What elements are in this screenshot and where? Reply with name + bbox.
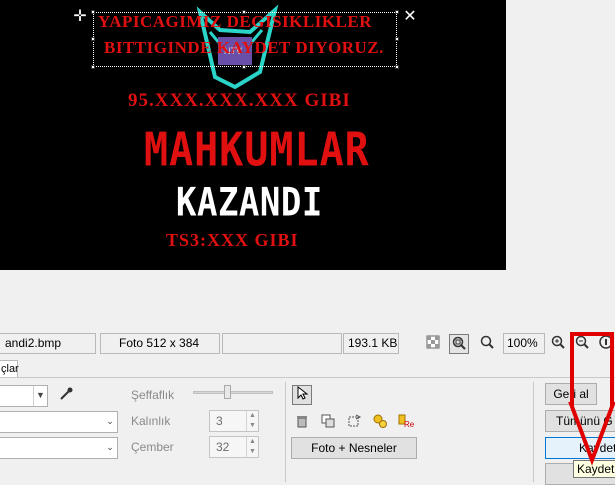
save-button[interactable]: Kaydet [545,437,615,459]
eyedropper-icon[interactable] [56,386,76,406]
transparency-slider-thumb[interactable] [224,385,231,399]
tool-tab-strip: çlar [0,360,615,378]
image-text-line-4: MAHKUMLAR [144,124,370,177]
resize-handle-tl[interactable] [91,10,95,14]
chevron-down-icon: ▼ [33,386,47,406]
zoom-in-icon[interactable] [548,334,568,354]
stepper-arrows-icon[interactable]: ▲ ▼ [246,437,258,457]
resize-handle-br[interactable] [395,65,399,69]
thickness-value: 3 [216,414,223,428]
status-image-info: Foto 512 x 384 [100,333,220,354]
undo-all-button[interactable]: Tümünü G [545,410,615,432]
status-filename: andi2.bmp [0,333,96,354]
circle-stepper[interactable]: 32 ▲ ▼ [209,436,259,458]
resize-handle-l[interactable] [91,37,95,41]
font-select[interactable]: ⌄ [0,411,118,433]
resize-handle-b[interactable] [242,65,246,69]
thickness-label: Kalınlık [131,414,171,428]
info-icon[interactable] [596,334,615,354]
image-text-line-5: KAZANDI [176,180,323,226]
panel-divider [533,382,534,482]
color-select[interactable]: ▼ [0,385,48,407]
tab-tools[interactable]: çlar [0,360,19,378]
copy-object-icon[interactable] [318,413,338,433]
delete-object-icon[interactable]: ✕ [403,9,417,25]
edited-image[interactable]: NTV YAPICAGIMIZ DEGISIKLIKLER BITTIGINDE… [0,0,506,270]
save-tooltip: Kaydet [573,460,615,478]
select-pointer-icon[interactable] [292,385,312,405]
transparency-label: Şeffaflık [131,388,175,402]
image-text-line-6: TS3:XXX GIBI [166,230,299,250]
resize-handle-t[interactable] [242,10,246,14]
bring-front-icon[interactable] [370,413,390,433]
stepper-arrows-icon[interactable]: ▲ ▼ [246,411,258,431]
status-empty-field [222,333,342,354]
circle-label: Çember [131,440,174,454]
rotate-object-icon[interactable] [344,413,364,433]
photo-objects-button[interactable]: Foto + Nesneler [291,437,417,459]
transparency-grid-icon[interactable] [423,334,443,354]
image-text-line-3: 95.XXX.XXX.XXX GIBI [128,90,351,111]
style-select[interactable]: ⌄ [0,437,118,459]
chevron-down-icon: ⌄ [103,412,117,432]
status-filesize: 193.1 KB [343,333,399,354]
transparency-slider-track[interactable] [193,391,273,394]
chevron-down-icon: ⌄ [103,438,117,458]
svg-text:Re: Re [404,420,415,429]
reset-object-icon[interactable]: Re [396,413,416,433]
resize-handle-tr[interactable] [395,10,399,14]
image-canvas-area[interactable]: NTV YAPICAGIMIZ DEGISIKLIKLER BITTIGINDE… [0,0,615,330]
resize-handle-r[interactable] [395,37,399,41]
tool-options-panel: ▼ ⌄ ⌄ Şeffaflık Kalınlık 3 ▲ ▼ Çember 32 … [0,377,615,485]
fit-zoom-icon[interactable] [449,334,469,354]
circle-value: 32 [216,440,230,454]
resize-handle-bl[interactable] [91,65,95,69]
move-icon[interactable]: ✛ [73,9,87,25]
zoom-level: 100% [503,333,545,354]
panel-divider [285,382,286,482]
zoom-out-icon[interactable] [572,334,592,354]
thickness-stepper[interactable]: 3 ▲ ▼ [209,410,259,432]
actual-size-zoom-icon[interactable] [477,334,497,354]
undo-button[interactable]: Geri al [545,383,597,405]
status-bar: andi2.bmp Foto 512 x 384 193.1 KB 100% [0,333,615,355]
trash-icon[interactable] [292,413,312,433]
text-selection-box[interactable] [91,10,399,69]
